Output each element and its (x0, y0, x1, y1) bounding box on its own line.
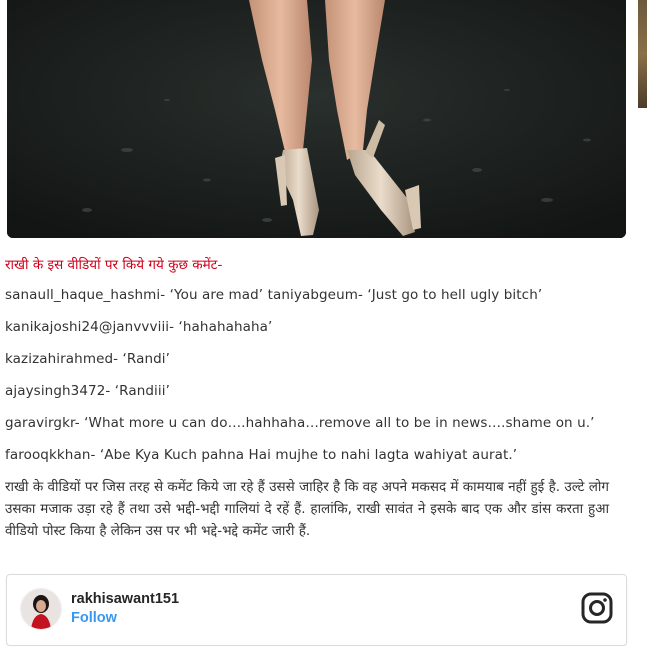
embed-username[interactable]: rakhisawant151 (71, 591, 179, 607)
side-thumbnail (638, 0, 647, 108)
comment-line: ajaysingh3472- ‘Randiii’ (5, 383, 170, 399)
video-still[interactable] (7, 0, 626, 238)
legs-image (7, 0, 626, 238)
comment-line: kazizahirahmed- ‘Randi’ (5, 351, 171, 367)
article-paragraph: राखी के वीडियों पर जिस तरह से कमेंट किये… (5, 479, 609, 539)
instagram-icon[interactable] (581, 592, 613, 624)
comment-line: farooqkkhan- ‘Abe Kya Kuch pahna Hai muj… (5, 447, 518, 463)
follow-button[interactable]: Follow (71, 610, 117, 626)
comment-line: garavirgkr- ‘What more u can do….hahhaha… (5, 415, 595, 431)
instagram-embed[interactable]: rakhisawant151 Follow (6, 574, 627, 646)
avatar[interactable] (20, 588, 62, 630)
comments-intro: राखी के इस वीडियों पर किये गये कुछ कमेंट… (5, 257, 223, 273)
comment-line: kanikajoshi24@janvvviii- ‘hahahahaha’ (5, 319, 273, 335)
comment-line: sanaull_haque_hashmi- ‘You are mad’ tani… (5, 287, 543, 303)
